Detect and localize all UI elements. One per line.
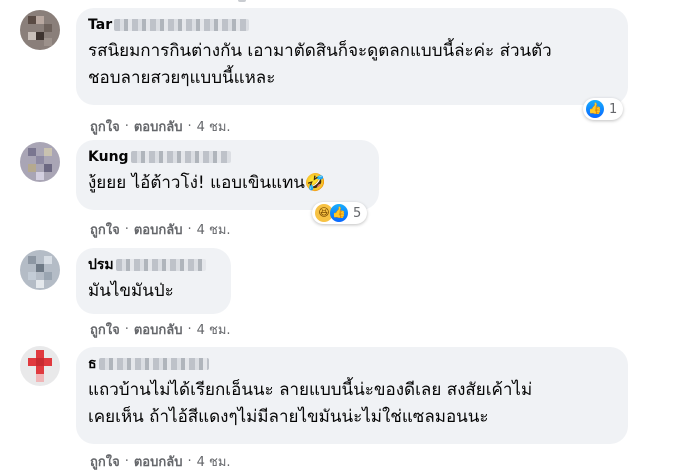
comment-text: รสนิยมการกินต่างกัน เอามาตัดสินก็จะดูตลก… xyxy=(88,41,552,88)
author-name[interactable]: ปรม xyxy=(88,256,219,274)
redacted-name xyxy=(115,259,206,271)
reply-link[interactable]: ตอบกลับ xyxy=(134,219,183,240)
avatar[interactable] xyxy=(20,346,60,386)
comment-bubble: Kung งู้ยยย ไอ้ต้าวโง่! แอบเขินแทน🤣 xyxy=(76,140,379,210)
previous-comment-remnant xyxy=(238,0,246,2)
comment-bubble: ปรม มันไขมันป่ะ xyxy=(76,248,231,314)
redacted-name xyxy=(98,358,209,370)
comment-actions: ถูกใจ · ตอบกลับ · 4 ชม. xyxy=(90,451,231,472)
reaction-summary[interactable]: 😆 👍 5 xyxy=(312,202,368,224)
separator: · xyxy=(124,119,129,134)
like-link[interactable]: ถูกใจ xyxy=(90,319,120,340)
avatar[interactable] xyxy=(20,250,60,290)
avatar[interactable] xyxy=(20,10,60,50)
comment-text: แถวบ้านไม่ได้เรียกเอ็นนะ ลายแบบนี้น่ะของ… xyxy=(88,380,533,427)
reaction-count: 1 xyxy=(609,101,618,117)
like-link[interactable]: ถูกใจ xyxy=(90,219,120,240)
comment-bubble: Tar รสนิยมการกินต่างกัน เอามาตัดสินก็จะด… xyxy=(76,8,628,105)
separator: · xyxy=(187,322,192,337)
separator: · xyxy=(124,322,129,337)
separator: · xyxy=(124,454,129,469)
redacted-name xyxy=(130,151,231,163)
redacted-name xyxy=(114,19,250,31)
comment-text: มันไขมันป่ะ xyxy=(88,281,174,301)
comment-actions: ถูกใจ · ตอบกลับ · 4 ชม. xyxy=(90,219,231,240)
avatar[interactable] xyxy=(20,142,60,182)
separator: · xyxy=(124,222,129,237)
comment-actions: ถูกใจ · ตอบกลับ · 4 ชม. xyxy=(90,116,231,137)
separator: · xyxy=(187,222,192,237)
like-icon: 👍 xyxy=(586,100,604,118)
separator: · xyxy=(187,119,192,134)
like-link[interactable]: ถูกใจ xyxy=(90,451,120,472)
timestamp[interactable]: 4 ชม. xyxy=(197,219,231,240)
reply-link[interactable]: ตอบกลับ xyxy=(134,116,183,137)
author-name[interactable]: Tar xyxy=(88,16,616,34)
comment-actions: ถูกใจ · ตอบกลับ · 4 ชม. xyxy=(90,319,231,340)
reaction-summary[interactable]: 👍 1 xyxy=(583,98,624,120)
timestamp[interactable]: 4 ชม. xyxy=(197,116,231,137)
timestamp[interactable]: 4 ชม. xyxy=(197,319,231,340)
reaction-count: 5 xyxy=(353,205,362,221)
reply-link[interactable]: ตอบกลับ xyxy=(134,451,183,472)
like-link[interactable]: ถูกใจ xyxy=(90,116,120,137)
comment-bubble: ธ แถวบ้านไม่ได้เรียกเอ็นนะ ลายแบบนี้น่ะข… xyxy=(76,347,628,444)
author-name[interactable]: Kung xyxy=(88,148,367,166)
like-icon: 👍 xyxy=(330,204,348,222)
timestamp[interactable]: 4 ชม. xyxy=(197,451,231,472)
reply-link[interactable]: ตอบกลับ xyxy=(134,319,183,340)
separator: · xyxy=(187,454,192,469)
comment-text: งู้ยยย ไอ้ต้าวโง่! แอบเขินแทน🤣 xyxy=(88,173,327,193)
author-name[interactable]: ธ xyxy=(88,355,616,373)
